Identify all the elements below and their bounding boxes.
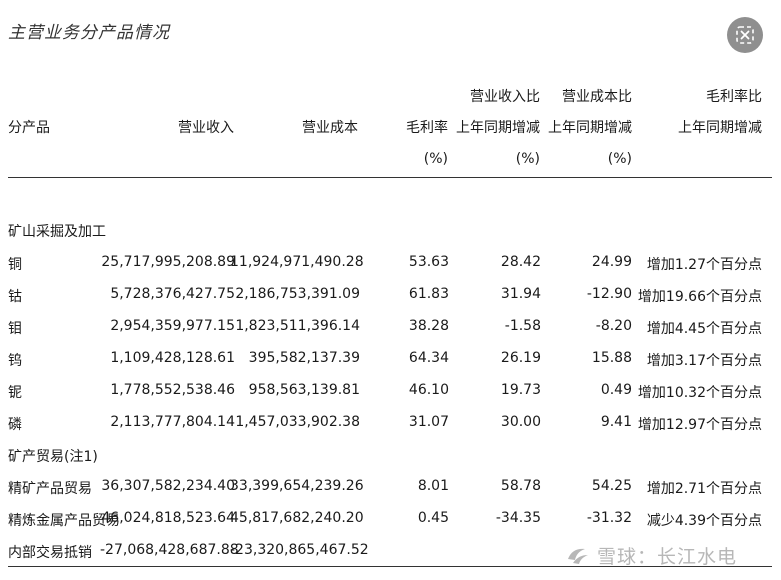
header-margin-unit: (%) [423, 151, 448, 167]
cost-change-cell: 9.41 [600, 414, 632, 430]
margin-change-cell: 增加4.45个百分点 [646, 321, 762, 337]
margin-change-cell: 增加10.32个百分点 [637, 385, 762, 401]
header-revenue-change-sub: 上年同期增减 [456, 120, 540, 136]
margin-cell: 53.63 [408, 254, 449, 270]
cost-change-cell: -31.32 [586, 510, 632, 526]
header-margin-change-sub: 上年同期增减 [678, 120, 762, 136]
revenue-change-cell: -34.35 [495, 510, 541, 526]
header-cost-change-sub: 上年同期增减 [548, 120, 632, 136]
margin-change-cell: 增加3.17个百分点 [646, 353, 762, 369]
header-rule [8, 177, 772, 178]
revenue-change-cell: 31.94 [500, 286, 541, 302]
margin-cell: 31.07 [408, 414, 449, 430]
cost-change-cell: 24.99 [591, 254, 632, 270]
cost-cell: 958,563,139.81 [248, 382, 360, 398]
close-icon [736, 26, 754, 44]
revenue-cell: 2,113,777,804.14 [110, 414, 235, 430]
header-product: 分产品 [8, 120, 50, 136]
header-margin-change: 毛利率比 [706, 89, 762, 105]
header-revenue: 营业收入 [178, 120, 234, 136]
margin-cell: 8.01 [417, 478, 449, 494]
header-margin: 毛利率 [406, 120, 448, 136]
page-title: 主营业务分产品情况 [8, 23, 170, 43]
revenue-cell: 36,307,582,234.40 [101, 478, 235, 494]
cost-cell: 1,457,033,902.38 [235, 414, 360, 430]
revenue-cell: 2,954,359,977.15 [110, 318, 235, 334]
margin-change-cell: 增加2.71个百分点 [646, 481, 762, 497]
margin-cell: 46.10 [408, 382, 449, 398]
cost-cell: 33,399,654,239.26 [230, 478, 364, 494]
revenue-change-cell: 19.73 [500, 382, 541, 398]
cost-change-cell: -12.90 [586, 286, 632, 302]
margin-cell: 64.34 [408, 350, 449, 366]
cost-change-cell: 0.49 [600, 382, 632, 398]
product-cell: 矿山采掘及加工 [8, 224, 106, 240]
revenue-change-cell: 26.19 [500, 350, 541, 366]
revenue-cell: -27,068,428,687.88 [100, 542, 239, 558]
revenue-change-cell: -1.58 [504, 318, 541, 334]
revenue-cell: 25,717,995,208.89 [101, 254, 235, 270]
margin-change-cell: 减少4.39个百分点 [646, 513, 762, 529]
margin-change-cell: 增加19.66个百分点 [637, 289, 762, 305]
cost-cell: 45,817,682,240.20 [230, 510, 364, 526]
header-revenue-change-unit: (%) [515, 151, 540, 167]
header-cost-change-unit: (%) [607, 151, 632, 167]
header-cost-change: 营业成本比 [562, 89, 632, 105]
cost-cell: 11,924,971,490.28 [230, 254, 364, 270]
watermark: 雪球：长江水电 [565, 540, 737, 570]
cost-cell: -23,320,865,467.52 [230, 542, 369, 558]
revenue-cell: 1,778,552,538.46 [110, 382, 235, 398]
margin-cell: 61.83 [408, 286, 449, 302]
cost-change-cell: 15.88 [591, 350, 632, 366]
revenue-change-cell: 28.42 [500, 254, 541, 270]
revenue-cell: 1,109,428,128.61 [110, 350, 235, 366]
margin-cell: 38.28 [408, 318, 449, 334]
cost-cell: 1,823,511,396.14 [235, 318, 360, 334]
revenue-cell: 5,728,376,427.75 [110, 286, 235, 302]
revenue-change-cell: 58.78 [500, 478, 541, 494]
snowball-logo-icon [568, 548, 588, 564]
cost-cell: 2,186,753,391.09 [235, 286, 360, 302]
product-cell: 矿产贸易(注1) [8, 449, 98, 465]
margin-cell: 0.45 [417, 510, 449, 526]
cost-change-cell: 54.25 [591, 478, 632, 494]
cost-cell: 395,582,137.39 [248, 350, 360, 366]
margin-change-cell: 增加12.97个百分点 [637, 417, 762, 433]
close-button[interactable] [727, 17, 763, 53]
watermark-text: 雪球：长江水电 [597, 545, 738, 568]
cost-change-cell: -8.20 [595, 318, 632, 334]
margin-change-cell: 增加1.27个百分点 [646, 257, 762, 273]
revenue-cell: 46,024,818,523.64 [101, 510, 235, 526]
revenue-change-cell: 30.00 [500, 414, 541, 430]
header-revenue-change: 营业收入比 [470, 89, 540, 105]
header-cost: 营业成本 [302, 120, 358, 136]
